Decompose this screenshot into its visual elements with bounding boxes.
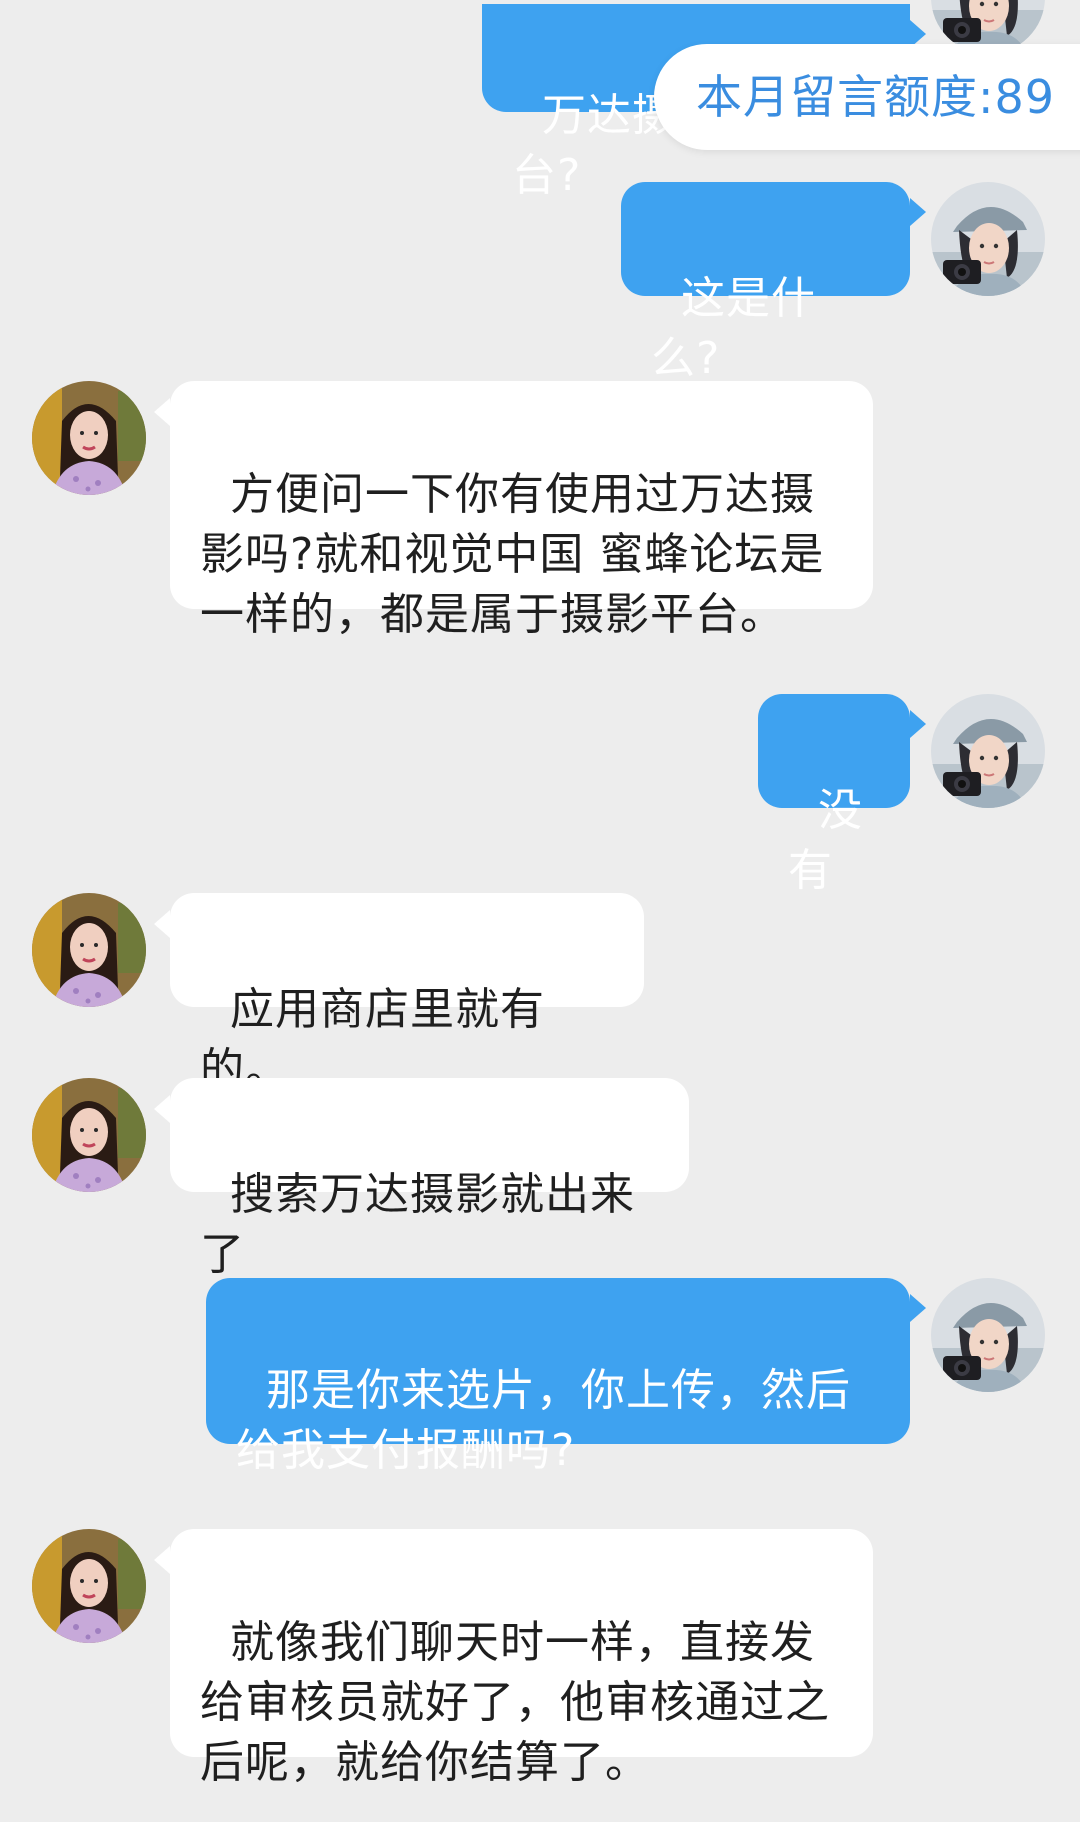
avatar[interactable] — [32, 1078, 146, 1192]
avatar[interactable] — [931, 694, 1045, 808]
avatar[interactable] — [931, 182, 1045, 296]
message-bubble[interactable]: 没有 — [758, 694, 910, 896]
avatar[interactable] — [931, 1278, 1045, 1392]
message-bubble[interactable]: 应用商店里就有的。 — [170, 893, 644, 1095]
message-text: 没有 — [788, 785, 863, 896]
bubble-tail — [154, 910, 170, 938]
message-text: 方便问一下你有使用过万达摄影吗?就和视觉中国 蜜蜂论坛是一样的，都是属于摄影平台… — [200, 469, 825, 640]
avatar[interactable] — [32, 381, 146, 495]
message-bubble[interactable]: 就像我们聊天时一样，直接发给审核员就好了，他审核通过之后呢，就给你结算了。 — [170, 1529, 873, 1788]
message-text: 这是什么? — [651, 273, 816, 384]
message-bubble[interactable]: 这是什么? — [621, 182, 910, 384]
user-avatar-icon — [931, 1278, 1045, 1392]
bubble-tail — [154, 398, 170, 426]
contact-avatar-icon — [32, 1529, 146, 1643]
message-quota-badge: 本月留言额度:89 — [654, 44, 1080, 150]
message-text: 那是你来选片，你上传，然后给我支付报酬吗? — [236, 1365, 851, 1476]
contact-avatar-icon — [32, 381, 146, 495]
message-bubble[interactable]: 方便问一下你有使用过万达摄影吗?就和视觉中国 蜜蜂论坛是一样的，都是属于摄影平台… — [170, 381, 873, 640]
user-avatar-icon — [931, 694, 1045, 808]
message-bubble[interactable]: 那是你来选片，你上传，然后给我支付报酬吗? — [206, 1278, 910, 1476]
bubble-tail — [910, 1294, 926, 1322]
avatar[interactable] — [32, 1529, 146, 1643]
bubble-tail — [910, 710, 926, 738]
bubble-tail — [910, 198, 926, 226]
contact-avatar-icon — [32, 1078, 146, 1192]
message-text: 就像我们聊天时一样，直接发给审核员就好了，他审核通过之后呢，就给你结算了。 — [200, 1617, 830, 1788]
avatar[interactable] — [32, 893, 146, 1007]
bubble-tail — [154, 1095, 170, 1123]
bubble-tail — [154, 1546, 170, 1574]
contact-avatar-icon — [32, 893, 146, 1007]
message-text: 搜索万达摄影就出来了 — [200, 1169, 635, 1280]
user-avatar-icon — [931, 182, 1045, 296]
message-bubble[interactable]: 搜索万达摄影就出来了 — [170, 1078, 689, 1280]
